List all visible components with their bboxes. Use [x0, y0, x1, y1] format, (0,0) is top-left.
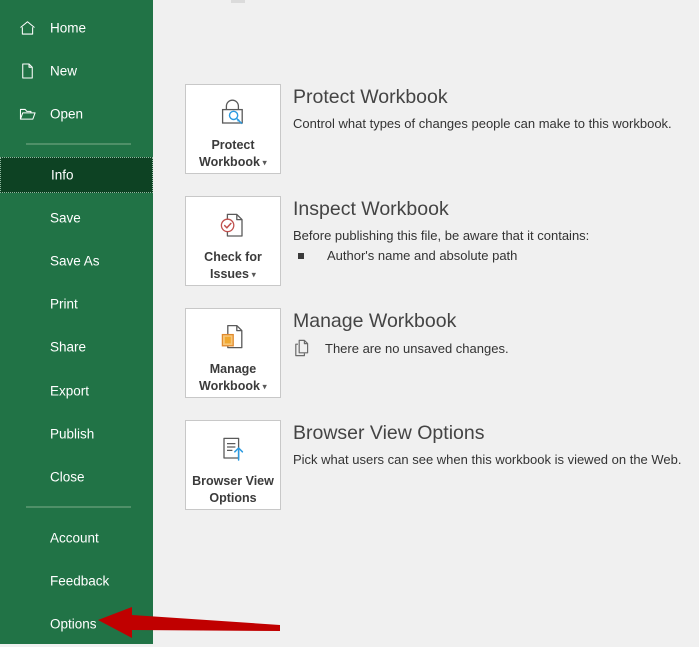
excel-backstage-info-screen: Home New Open Info Save Save As Print Share Expo… [0, 0, 699, 644]
section-protect-workbook: Protect Workbook ▾ Protect Workbook Contro… [153, 78, 699, 188]
sidebar-item-share[interactable]: Share [0, 329, 153, 365]
clipped-title-remnant [231, 0, 245, 3]
inspect-result-text: Author's name and absolute path [327, 248, 518, 263]
folder-icon [18, 105, 37, 124]
sidebar-item-open[interactable]: Open [0, 96, 153, 132]
section-description: Before publishing this file, be aware th… [293, 228, 590, 243]
section-inspect-workbook: Check for Issues ▾ Inspect Workbook Before… [153, 190, 699, 300]
home-icon [18, 19, 37, 38]
sidebar-item-label: Home [50, 20, 87, 36]
unsaved-changes-status: There are no unsaved changes. [293, 338, 509, 358]
sidebar-item-save[interactable]: Save [0, 200, 153, 236]
sidebar-item-new[interactable]: New [0, 53, 153, 89]
sidebar-item-publish[interactable]: Publish [0, 416, 153, 452]
browser-upload-icon [213, 433, 253, 467]
sidebar-item-options[interactable]: Options [0, 606, 153, 642]
section-description: Control what types of changes people can… [293, 116, 672, 131]
sidebar-item-label: Share [50, 339, 87, 355]
chevron-down-icon[interactable]: ▾ [260, 382, 267, 392]
section-heading: Browser View Options [293, 422, 485, 444]
protect-workbook-button[interactable]: Protect Workbook ▾ [185, 84, 281, 174]
section-heading: Protect Workbook [293, 86, 448, 108]
inspect-result-item: Author's name and absolute path [298, 248, 517, 263]
section-description: Pick what users can see when this workbo… [293, 452, 682, 467]
sidebar-item-account[interactable]: Account [0, 520, 153, 556]
button-caption: Protect Workbook ▾ [186, 137, 280, 171]
sidebar-item-label: Close [50, 469, 85, 485]
sidebar-item-close[interactable]: Close [0, 459, 153, 495]
versions-icon [293, 338, 311, 358]
manage-workbook-button[interactable]: Manage Workbook ▾ [185, 308, 281, 398]
button-caption-text: Protect Workbook [199, 138, 260, 169]
button-caption: Browser View Options [186, 473, 280, 507]
button-caption-text: Manage Workbook [199, 362, 260, 393]
lock-key-icon [213, 97, 253, 131]
check-for-issues-button[interactable]: Check for Issues ▾ [185, 196, 281, 286]
sidebar-item-label: Save As [50, 253, 100, 269]
sidebar-item-info[interactable]: Info [0, 157, 153, 193]
section-heading: Inspect Workbook [293, 198, 449, 220]
chevron-down-icon[interactable]: ▾ [249, 270, 256, 280]
sidebar-item-label: Open [50, 106, 84, 122]
sidebar-divider-2 [26, 506, 131, 508]
document-check-icon [213, 209, 253, 243]
unsaved-changes-text: There are no unsaved changes. [325, 340, 509, 356]
page-icon [18, 62, 37, 81]
sidebar-item-label: Feedback [50, 573, 110, 589]
document-versions-icon [213, 321, 253, 355]
button-caption: Check for Issues ▾ [186, 249, 280, 283]
sidebar-divider-1 [26, 143, 131, 145]
sidebar-item-label: Account [50, 530, 99, 546]
bullet-square-icon [298, 252, 304, 259]
sidebar-item-label: Export [50, 383, 90, 399]
info-content-pane: Protect Workbook ▾ Protect Workbook Contro… [153, 0, 699, 644]
browser-view-options-button[interactable]: Browser View Options [185, 420, 281, 510]
sidebar-item-save-as[interactable]: Save As [0, 243, 153, 279]
section-manage-workbook: Manage Workbook ▾ Manage Workbook There ar… [153, 302, 699, 412]
button-caption-text: Browser View Options [192, 474, 274, 505]
section-heading: Manage Workbook [293, 310, 457, 332]
sidebar-item-label: Info [51, 167, 74, 183]
sidebar-item-label: Options [50, 616, 97, 632]
sidebar-item-home[interactable]: Home [0, 10, 153, 46]
sidebar-item-label: New [50, 63, 78, 79]
chevron-down-icon[interactable]: ▾ [260, 158, 267, 168]
sidebar-item-label: Print [50, 296, 78, 312]
button-caption: Manage Workbook ▾ [186, 361, 280, 395]
sidebar-item-print[interactable]: Print [0, 286, 153, 322]
section-browser-view-options: Browser View Options Browser View Options… [153, 414, 699, 524]
sidebar-item-export[interactable]: Export [0, 373, 153, 409]
sidebar-item-feedback[interactable]: Feedback [0, 563, 153, 599]
backstage-sidebar: Home New Open Info Save Save As Print Share Expo… [0, 0, 153, 644]
sidebar-item-label: Save [50, 210, 81, 226]
sidebar-item-label: Publish [50, 426, 95, 442]
